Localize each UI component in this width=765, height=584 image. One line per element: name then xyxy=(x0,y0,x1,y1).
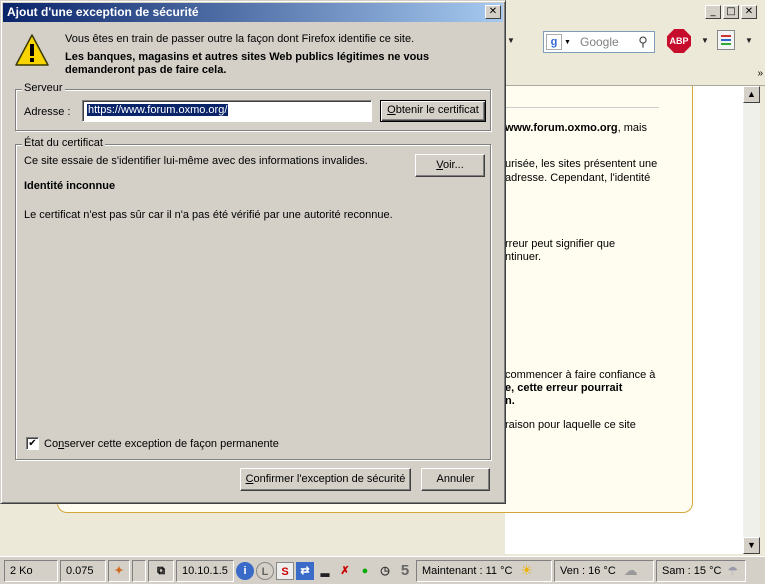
page-text: ntinuer. xyxy=(505,251,542,263)
security-exception-dialog: Ajout d'une exception de sécurité ✕ Vous… xyxy=(0,0,506,504)
notes-dropdown-icon[interactable]: ▼ xyxy=(745,36,753,45)
server-group: Serveur Adresse : https://www.forum.oxmo… xyxy=(15,82,491,131)
intro-text: Vous êtes en train de passer outre la fa… xyxy=(65,33,415,45)
copy-icon[interactable]: ⧉ xyxy=(148,559,174,582)
tab-bar: » xyxy=(505,64,765,86)
search-engine-selector[interactable]: g ▼ xyxy=(546,34,578,50)
status-separator xyxy=(132,559,146,582)
page-text: www.forum.oxmo.org, mais xyxy=(505,122,647,135)
status-load-time: 0.075 xyxy=(60,559,106,582)
certificate-status-legend: État du certificat xyxy=(22,137,105,149)
info-icon[interactable]: i xyxy=(236,561,254,580)
maximize-button[interactable]: □ xyxy=(723,5,739,19)
cloud-icon: ☁ xyxy=(623,562,638,578)
page-url: www.forum.oxmo.org xyxy=(505,122,618,134)
weather-saturday[interactable]: Sam : 15 °C ☂ xyxy=(656,559,746,582)
navigation-toolbar: ▼ g ▼ Google ⚲ ABP ▼ ▼ xyxy=(505,26,765,62)
label-part: Co xyxy=(44,437,59,450)
adblock-icon[interactable]: ABP xyxy=(667,29,691,53)
weather-now-text: Maintenant : 11 °C xyxy=(422,564,513,577)
stumble-icon[interactable]: S xyxy=(276,561,294,580)
page-text: raison pour laquelle ce site xyxy=(505,419,636,431)
server-legend: Serveur xyxy=(22,82,65,94)
label-part: server cette exception de façon permanen… xyxy=(64,437,279,450)
address-input[interactable]: https://www.forum.oxmo.org/ xyxy=(82,100,372,122)
status-bar: 2 Ko 0.075 ✦ ⧉ 10.10.1.5 i L S ⇄ ▂ ✗ ● ◷… xyxy=(0,556,765,584)
weather-now[interactable]: Maintenant : 11 °C ☀ xyxy=(416,559,552,582)
page-text: e, cette erreur pourrait xyxy=(505,382,623,394)
translate-icon[interactable]: ⇄ xyxy=(296,561,314,580)
page-text: n. xyxy=(505,395,515,407)
button-label: onfirmer l'exception de sécurité xyxy=(253,473,406,485)
certificate-status-group: État du certificat Ce site essaie de s'i… xyxy=(15,137,491,460)
page-text: commencer à faire confiance à xyxy=(505,369,656,381)
signal-icon: ▂ xyxy=(320,564,330,577)
tab-list-icon[interactable]: » xyxy=(757,68,763,79)
status-digit: 5 xyxy=(400,561,410,579)
divider xyxy=(505,107,659,108)
dialog-titlebar[interactable]: Ajout d'une exception de sécurité ✕ xyxy=(3,3,503,22)
view-certificate-button[interactable]: Voir... xyxy=(415,154,485,177)
page-text: adresse. Cependant, l'identité xyxy=(505,172,651,184)
shield-icon[interactable]: L xyxy=(256,561,274,580)
status-page-size: 2 Ko xyxy=(4,559,58,582)
identity-title: Identité inconnue xyxy=(24,180,116,192)
sun-cloud-icon: ☀ xyxy=(520,562,533,578)
close-window-button[interactable]: ✕ xyxy=(741,5,757,19)
google-icon: g xyxy=(546,34,562,50)
status-ip-address: 10.10.1.5 xyxy=(176,559,234,582)
status-ok-icon: ● xyxy=(361,564,369,577)
weather-fri-text: Ven : 16 °C xyxy=(560,564,616,577)
button-label: btenir le certificat xyxy=(395,104,479,116)
window-controls: _ □ ✕ xyxy=(705,5,757,19)
permanent-exception-row[interactable]: ✔ Conserver cette exception de façon per… xyxy=(26,437,279,450)
weather-sat-text: Sam : 15 °C xyxy=(662,564,722,577)
rain-icon: ☂ xyxy=(727,563,739,578)
fox-glyph: ✦ xyxy=(114,564,124,577)
chevron-down-icon: ▼ xyxy=(564,38,571,46)
accesskey: O xyxy=(387,104,396,116)
weather-friday[interactable]: Ven : 16 °C ☁ xyxy=(554,559,654,582)
fox-icon[interactable]: ✦ xyxy=(108,559,130,582)
identity-detail: Le certificat n'est pas sûr car il n'a p… xyxy=(24,209,393,221)
permanent-checkbox[interactable]: ✔ xyxy=(26,437,39,450)
page-text-fragment: , mais xyxy=(617,122,647,134)
button-label: oir... xyxy=(442,159,464,171)
search-icon[interactable]: ⚲ xyxy=(635,34,651,50)
dialog-title: Ajout d'une exception de sécurité xyxy=(7,5,199,19)
copy-glyph: ⧉ xyxy=(157,564,165,577)
clock-icon[interactable]: ◷ xyxy=(376,562,394,580)
scroll-down-button[interactable]: ▼ xyxy=(743,537,760,554)
intro-warning-text: Les banques, magasins et autres sites We… xyxy=(65,51,430,76)
accesskey: V xyxy=(436,159,443,171)
get-certificate-button[interactable]: Obtenir le certificat xyxy=(380,100,486,122)
minimize-button[interactable]: _ xyxy=(705,5,721,19)
noscript-icon[interactable]: ✗ xyxy=(336,562,354,580)
cancel-button[interactable]: Annuler xyxy=(421,468,490,491)
accesskey: C xyxy=(245,473,254,485)
adblock-dropdown-icon[interactable]: ▼ xyxy=(701,36,709,45)
search-input[interactable]: Google xyxy=(580,35,619,49)
address-value: https://www.forum.oxmo.org/ xyxy=(87,104,229,116)
confirm-exception-button[interactable]: Confirmer l'exception de sécurité xyxy=(240,468,411,491)
permanent-label[interactable]: Conserver cette exception de façon perma… xyxy=(44,438,279,450)
dialog-close-button[interactable]: ✕ xyxy=(485,5,501,19)
page-text: urisée, les sites présentent une xyxy=(505,158,658,170)
page-content: www.forum.oxmo.org, mais urisée, les sit… xyxy=(57,86,743,554)
warning-icon xyxy=(15,34,49,66)
vertical-scrollbar[interactable]: ▲ ▼ xyxy=(743,86,760,554)
search-box[interactable]: g ▼ Google ⚲ xyxy=(543,31,655,53)
page-text: rreur peut signifier que xyxy=(505,238,616,250)
notes-icon[interactable] xyxy=(717,30,735,50)
url-dropdown-icon[interactable]: ▼ xyxy=(507,36,515,45)
scroll-up-button[interactable]: ▲ xyxy=(743,86,760,103)
address-label: Adresse : xyxy=(24,106,71,118)
certificate-message: Ce site essaie de s'identifier lui-même … xyxy=(24,155,368,167)
